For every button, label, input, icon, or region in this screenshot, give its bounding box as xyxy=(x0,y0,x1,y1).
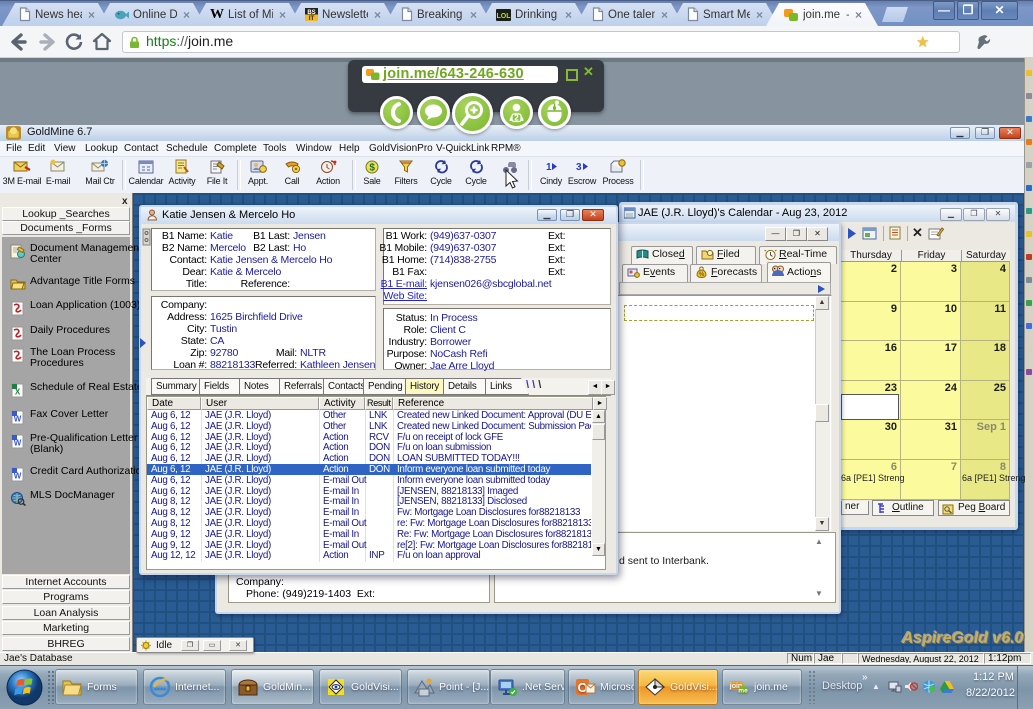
svg-text:W: W xyxy=(14,439,22,448)
svg-text:W: W xyxy=(14,472,22,481)
svg-text:$: $ xyxy=(369,163,375,174)
svg-text:W: W xyxy=(14,415,22,424)
svg-text:IT: IT xyxy=(309,16,315,21)
svg-text:3: 3 xyxy=(576,162,582,173)
svg-text:2: 2 xyxy=(514,114,519,123)
svg-text:X: X xyxy=(15,388,21,397)
svg-text:1: 1 xyxy=(546,162,552,173)
svg-text:%: % xyxy=(699,272,705,278)
svg-text:BS: BS xyxy=(307,10,315,16)
svg-text:LOL: LOL xyxy=(497,13,512,20)
svg-text:me: me xyxy=(738,688,748,695)
